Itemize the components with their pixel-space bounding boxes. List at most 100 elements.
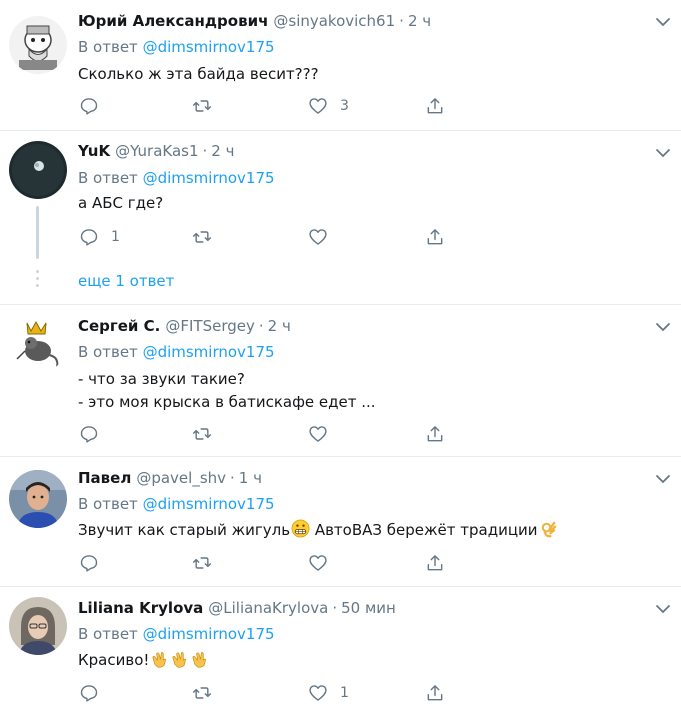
tweet-4[interactable]: Павел @pavel_shv · 1 ч В ответ @dimsmirn… bbox=[0, 457, 681, 586]
reply-prefix: В ответ bbox=[78, 38, 138, 56]
chevron-down-icon[interactable] bbox=[655, 603, 671, 615]
grimacing-face-icon bbox=[291, 519, 310, 538]
reply-button[interactable] bbox=[79, 95, 111, 117]
timestamp[interactable]: 2 ч bbox=[408, 12, 431, 30]
reply-mention-link[interactable]: @dimsmirnov175 bbox=[143, 169, 275, 187]
timestamp[interactable]: 1 ч bbox=[239, 469, 262, 487]
user-name[interactable]: YuK bbox=[78, 142, 110, 160]
share-icon bbox=[427, 555, 443, 571]
tweet-header: Сергей С. @FITSergey · 2 ч bbox=[78, 317, 291, 339]
reply-mention-link[interactable]: @dimsmirnov175 bbox=[143, 495, 275, 513]
user-handle[interactable]: @LilianaKrylova bbox=[208, 599, 328, 617]
retweet-button[interactable] bbox=[192, 423, 224, 445]
reply-mention-link[interactable]: @dimsmirnov175 bbox=[143, 625, 275, 643]
retweet-button[interactable] bbox=[192, 95, 224, 117]
separator-dot: · bbox=[332, 599, 338, 617]
timestamp[interactable]: 2 ч bbox=[268, 317, 291, 335]
like-button[interactable]: 3 bbox=[308, 95, 349, 117]
tweet-5[interactable]: Liliana Krylova @LilianaKrylova · 50 мин… bbox=[0, 587, 681, 721]
show-more-replies-link[interactable]: еще 1 ответ bbox=[78, 272, 174, 290]
share-icon bbox=[427, 98, 443, 114]
share-icon bbox=[427, 685, 443, 701]
tweet-header: Павел @pavel_shv · 1 ч bbox=[78, 469, 262, 491]
reply-context: В ответ @dimsmirnov175 bbox=[78, 495, 275, 513]
timestamp[interactable]: 50 мин bbox=[341, 599, 396, 617]
like-count: 3 bbox=[340, 98, 349, 114]
reply-prefix: В ответ bbox=[78, 625, 138, 643]
reply-mention-link[interactable]: @dimsmirnov175 bbox=[143, 343, 275, 361]
avatar[interactable] bbox=[9, 16, 67, 74]
share-button[interactable] bbox=[425, 552, 445, 574]
user-handle[interactable]: @sinyakovich61 bbox=[273, 12, 395, 30]
reply-button[interactable] bbox=[79, 423, 111, 445]
avatar[interactable] bbox=[9, 470, 67, 528]
tweet-text: Звучит как старый жигуль АвтоВАЗ бережёт… bbox=[78, 519, 558, 542]
reply-mention-link[interactable]: @dimsmirnov175 bbox=[143, 38, 275, 56]
user-handle[interactable]: @pavel_shv bbox=[136, 469, 226, 487]
like-button[interactable]: 1 bbox=[308, 682, 349, 704]
tweet-actions: 1 bbox=[78, 226, 478, 248]
share-icon bbox=[427, 426, 443, 442]
retweet-icon bbox=[192, 687, 212, 699]
user-handle[interactable]: @YuraKas1 bbox=[115, 142, 198, 160]
reply-icon bbox=[80, 555, 98, 572]
ok-hand-icon bbox=[541, 521, 556, 538]
reply-prefix: В ответ bbox=[78, 169, 138, 187]
avatar[interactable] bbox=[9, 141, 67, 199]
reply-prefix: В ответ bbox=[78, 343, 138, 361]
tweet-header: Юрий Александрович @sinyakovich61 · 2 ч bbox=[78, 12, 431, 34]
thread-dot bbox=[36, 277, 39, 280]
tweet-text-line-1: - что за звуки такие? bbox=[78, 370, 245, 388]
retweet-button[interactable] bbox=[192, 226, 224, 248]
tweet-2[interactable]: YuK @YuraKas1 · 2 ч В ответ @dimsmirnov1… bbox=[0, 131, 681, 304]
clapping-hands-icon bbox=[152, 652, 167, 668]
like-icon bbox=[309, 229, 327, 245]
avatar[interactable] bbox=[9, 315, 67, 373]
retweet-button[interactable] bbox=[192, 552, 224, 574]
like-button[interactable] bbox=[308, 423, 340, 445]
reply-icon bbox=[80, 98, 98, 115]
separator-dot: · bbox=[230, 469, 235, 487]
tweet-text-main: Красиво! bbox=[78, 651, 150, 669]
avatar[interactable] bbox=[9, 597, 67, 655]
reply-button[interactable] bbox=[79, 552, 111, 574]
clapping-hands-icon bbox=[192, 652, 207, 668]
tweet-3[interactable]: Сергей С. @FITSergey · 2 ч В ответ @dims… bbox=[0, 305, 681, 456]
like-icon bbox=[309, 685, 327, 701]
reply-button[interactable] bbox=[79, 682, 111, 704]
reply-button[interactable]: 1 bbox=[79, 226, 120, 248]
separator-dot: · bbox=[258, 317, 264, 335]
user-name[interactable]: Liliana Krylova bbox=[78, 599, 203, 617]
like-button[interactable] bbox=[308, 552, 340, 574]
tweet-actions bbox=[78, 423, 478, 445]
tweet-text-part-1: Звучит как старый жигуль bbox=[78, 521, 291, 539]
share-button[interactable] bbox=[425, 682, 445, 704]
user-name[interactable]: Павел bbox=[78, 469, 131, 487]
chevron-down-icon[interactable] bbox=[655, 147, 671, 159]
tweet-1[interactable]: Юрий Александрович @sinyakovich61 · 2 ч … bbox=[0, 0, 681, 130]
share-button[interactable] bbox=[425, 226, 445, 248]
user-handle[interactable]: @FITSergey bbox=[165, 317, 255, 335]
tweet-text: Красиво! bbox=[78, 649, 209, 672]
chevron-down-icon[interactable] bbox=[655, 321, 671, 333]
user-name[interactable]: Юрий Александрович bbox=[78, 12, 268, 30]
chevron-down-icon[interactable] bbox=[655, 473, 671, 485]
timestamp[interactable]: 2 ч bbox=[211, 142, 234, 160]
share-button[interactable] bbox=[425, 423, 445, 445]
thread-dot bbox=[36, 284, 39, 287]
user-name[interactable]: Сергей С. bbox=[78, 317, 160, 335]
tweet-text-line-2: - это моя крыска в батискафе едет ... bbox=[78, 393, 376, 411]
reply-icon bbox=[80, 426, 98, 443]
chevron-down-icon[interactable] bbox=[655, 16, 671, 28]
like-button[interactable] bbox=[308, 226, 340, 248]
retweet-icon bbox=[192, 100, 212, 112]
share-button[interactable] bbox=[425, 95, 445, 117]
tweet-header: YuK @YuraKas1 · 2 ч bbox=[78, 142, 234, 164]
thread-dot bbox=[36, 270, 39, 273]
retweet-icon bbox=[192, 231, 212, 243]
retweet-button[interactable] bbox=[192, 682, 224, 704]
retweet-icon bbox=[192, 557, 212, 569]
like-icon bbox=[309, 98, 327, 114]
retweet-icon bbox=[192, 428, 212, 440]
tweet-text: а АБС где? bbox=[78, 194, 164, 212]
